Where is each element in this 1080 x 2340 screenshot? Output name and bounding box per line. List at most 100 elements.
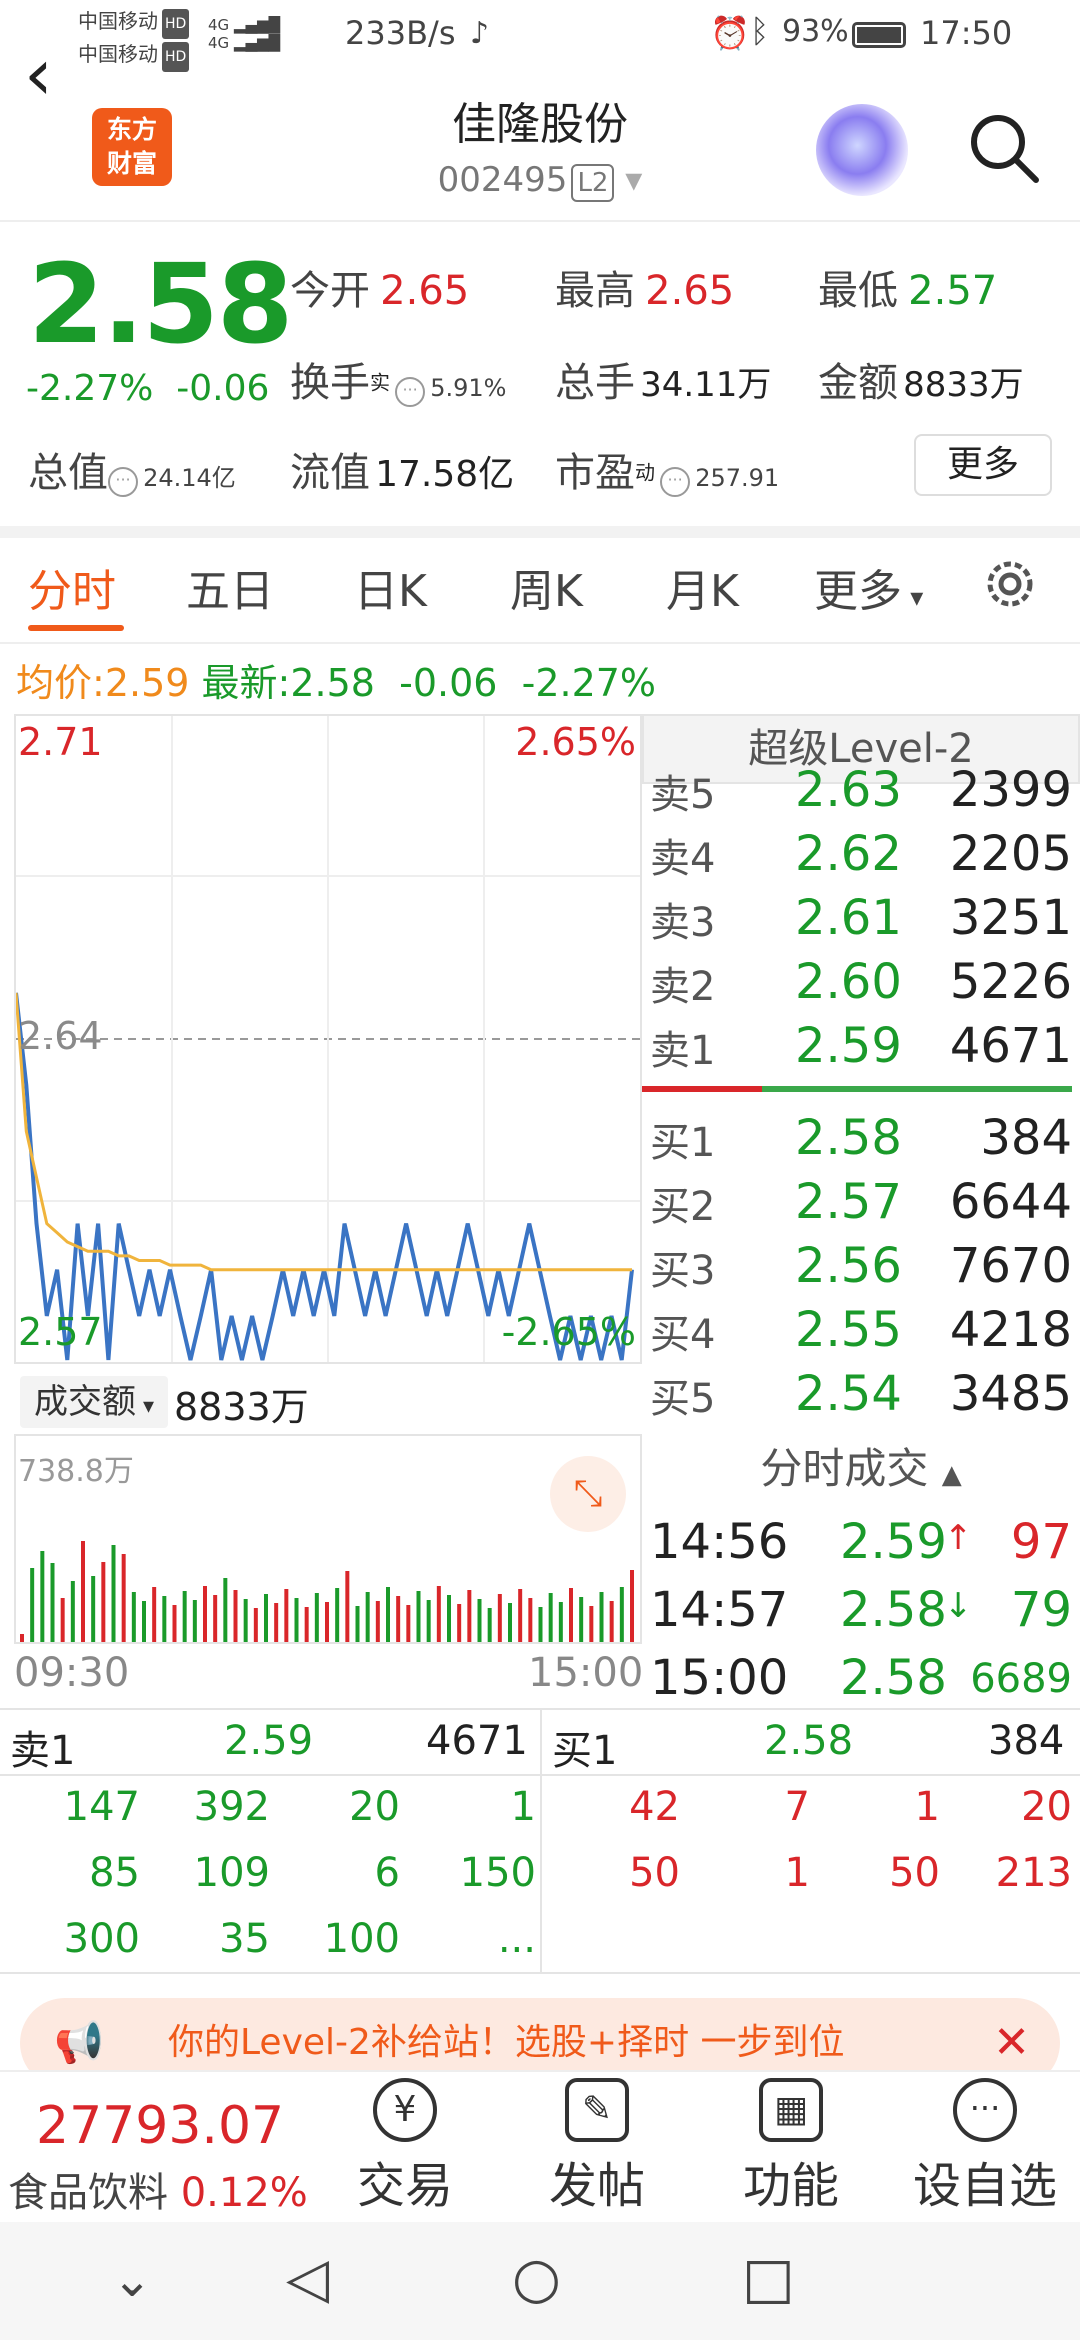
avg-price-line: 均价:2.59 最新:2.58 -0.06 -2.27% <box>16 661 657 705</box>
signal-icon: 4G ▂▄▆█ 4G ▂▄▆█ <box>208 16 281 52</box>
volume-bar <box>243 1599 248 1642</box>
intraday-chart[interactable]: 2.71 2.65% 2.64 2.57 -2.65% <box>14 714 642 1364</box>
bid-label: 买2 <box>650 1184 716 1230</box>
ask-price: 2.63 <box>795 762 902 818</box>
expand-icon[interactable]: ⤡ <box>550 1456 626 1532</box>
stock-code[interactable]: 002495 L2 ▾ <box>0 160 1080 202</box>
bid-price: 2.58 <box>795 1110 902 1166</box>
index-value[interactable]: 27793.07 <box>36 2096 284 2156</box>
bid-label: 买4 <box>650 1312 716 1358</box>
time-end-label: 15:00 <box>528 1650 644 1696</box>
home-nav-icon[interactable]: ○ <box>512 2246 561 2311</box>
watchlist-tab[interactable]: ··· 设自选 <box>910 2078 1060 2216</box>
bluetooth-icon: ᛒ <box>750 12 770 50</box>
bid-volume: 6644 <box>949 1174 1072 1230</box>
robot-avatar-icon[interactable] <box>816 104 908 196</box>
pe-field[interactable]: 市盈动 ··· 257.91 <box>555 440 779 498</box>
more-dots-icon: ··· <box>395 376 426 407</box>
y-max-label: 2.71 <box>18 720 103 764</box>
volume-bar <box>630 1570 634 1642</box>
volume-bar <box>335 1588 340 1642</box>
sell-queue-cell: 1 <box>510 1784 536 1830</box>
divider <box>0 1774 1080 1776</box>
price-change: -2.27% -0.06 <box>26 368 270 409</box>
ask-volume: 2399 <box>949 762 1072 818</box>
hide-keyboard-icon[interactable]: ⌄ <box>112 2252 152 2308</box>
high-field: 最高 2.65 <box>555 268 735 314</box>
tab-more[interactable]: 更多 ▾ <box>814 555 923 619</box>
sell-queue-cell: 300 <box>63 1916 140 1962</box>
trade-time: 14:57 <box>650 1582 789 1638</box>
bid-volume: 7670 <box>949 1238 1072 1294</box>
volume-bar <box>426 1600 431 1642</box>
amount-field: 金额 8833万 <box>818 360 1024 406</box>
time-start-label: 09:30 <box>14 1650 130 1696</box>
trade-volume: 6689 <box>970 1656 1072 1702</box>
volume-bar <box>60 1598 65 1642</box>
sell-queue-cell: 100 <box>323 1916 400 1962</box>
trades-header[interactable]: 分时成交 ▲ <box>642 1434 1080 1504</box>
chevron-down-icon: ▾ <box>614 160 643 200</box>
buy1-label: 买1 <box>552 1728 618 1774</box>
turnover-field[interactable]: 换手实 ··· 5.91% <box>290 350 506 408</box>
ask-label: 卖3 <box>650 900 716 946</box>
ask-price: 2.59 <box>795 1018 902 1074</box>
tiktok-icon: ♪ <box>470 16 490 51</box>
ask-volume: 5226 <box>949 954 1072 1010</box>
active-tab-indicator <box>28 625 124 631</box>
carrier-info: 中国移动 HD 中国移动 HD <box>78 6 190 72</box>
tab-monthly-k[interactable]: 月K <box>666 555 739 619</box>
volume-bar <box>457 1604 462 1642</box>
volume-bar <box>579 1597 584 1642</box>
volume-bar <box>30 1568 35 1642</box>
bid-bar <box>762 1086 1072 1092</box>
volume-bar <box>213 1595 218 1642</box>
volume-bar <box>548 1593 553 1642</box>
tab-intraday[interactable]: 分时 <box>28 555 116 619</box>
tab-weekly-k[interactable]: 周K <box>510 555 583 619</box>
volume-bar <box>609 1601 614 1642</box>
trade-volume: 79 <box>1010 1582 1072 1638</box>
ask-price: 2.62 <box>795 826 902 882</box>
volume-bar <box>253 1608 258 1642</box>
recents-nav-icon[interactable]: □ <box>742 2246 795 2311</box>
post-tab[interactable]: ✎ 发帖 <box>522 2078 672 2216</box>
volume-bar <box>182 1591 187 1642</box>
sell-queue-cell: 147 <box>63 1784 140 1830</box>
bid-volume: 384 <box>980 1110 1072 1166</box>
volume-bar <box>619 1587 624 1642</box>
trade-tab[interactable]: ¥ 交易 <box>330 2078 480 2216</box>
buy-queue-cell: 50 <box>889 1850 940 1896</box>
bid-price: 2.56 <box>795 1238 902 1294</box>
volume-bar <box>538 1607 543 1642</box>
sell-queue-cell: 20 <box>349 1784 400 1830</box>
functions-tab[interactable]: ▦ 功能 <box>716 2078 866 2216</box>
volume-field: 总手 34.11万 <box>555 360 772 406</box>
volume-bar <box>355 1606 360 1642</box>
volume-bar <box>558 1602 563 1642</box>
tab-daily-k[interactable]: 日K <box>354 555 427 619</box>
tab-five-day[interactable]: 五日 <box>186 555 274 619</box>
volume-bar <box>345 1571 350 1642</box>
back-nav-icon[interactable]: ◁ <box>286 2246 329 2311</box>
volume-bar <box>599 1592 604 1642</box>
index-name[interactable]: 食品饮料 0.12% <box>8 2160 308 2218</box>
mktcap-field[interactable]: 总值 ··· 24.14亿 <box>28 440 236 498</box>
buy-queue-cell: 7 <box>784 1784 810 1830</box>
buy-queue-cell: 42 <box>629 1784 680 1830</box>
buy-queue-cell: 1 <box>784 1850 810 1896</box>
ask-label: 卖1 <box>650 1028 716 1074</box>
net-speed: 233B/s <box>345 14 456 52</box>
search-icon[interactable] <box>964 108 1044 188</box>
more-button[interactable]: 更多 <box>914 434 1052 496</box>
yen-icon: ¥ <box>373 2078 437 2142</box>
gear-icon[interactable] <box>978 552 1042 616</box>
volume-type-button[interactable]: 成交额 ▾ <box>20 1376 168 1428</box>
volume-bar <box>447 1595 451 1642</box>
volume-bar <box>152 1587 157 1642</box>
pct-min-label: -2.65% <box>501 1310 636 1354</box>
volume-bar <box>569 1588 573 1642</box>
sell1-price: 2.59 <box>224 1718 314 1764</box>
avg-series-line <box>16 992 632 1272</box>
bid-label: 买1 <box>650 1120 716 1166</box>
